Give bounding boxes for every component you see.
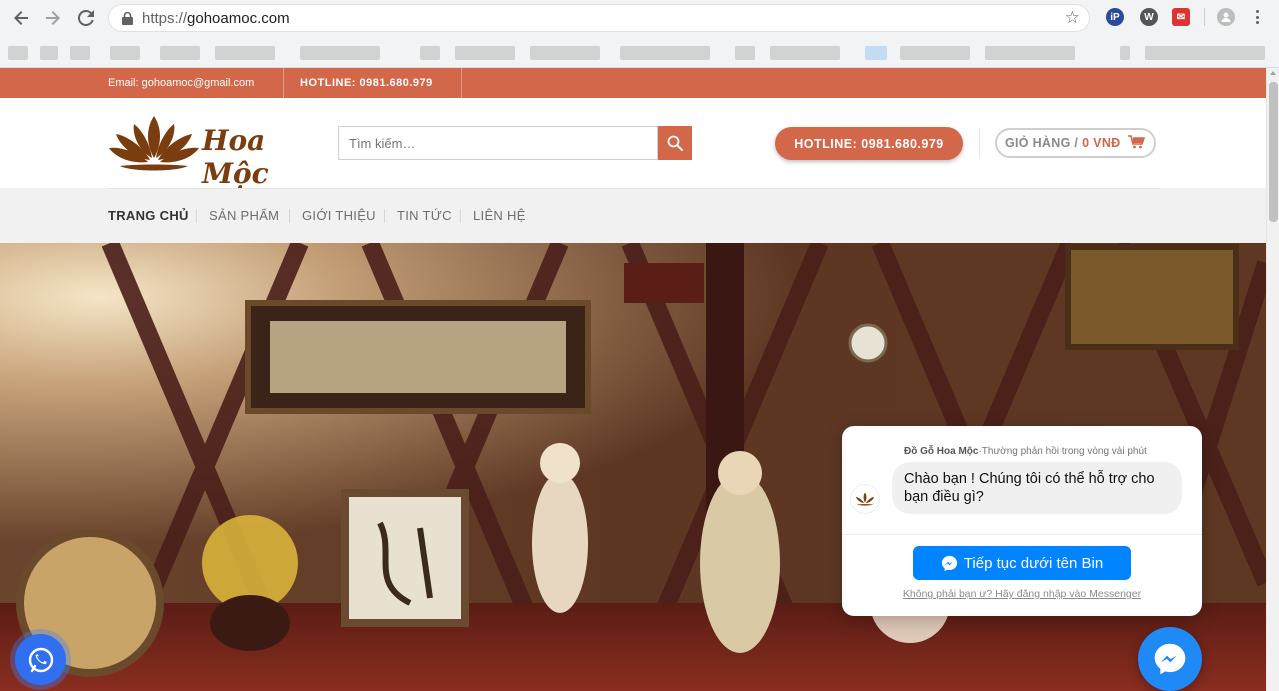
- hotline-button[interactable]: HOTLINE: 0981.680.979: [775, 127, 963, 160]
- page-scrollbar[interactable]: [1266, 68, 1279, 691]
- topbar-divider: [283, 68, 284, 98]
- scroll-up-arrow-icon[interactable]: [1270, 71, 1276, 75]
- logo-text: Hoa Mộc: [202, 124, 269, 190]
- topbar-divider: [461, 68, 462, 98]
- nav-item-about[interactable]: GIỚI THIỆU: [302, 208, 376, 223]
- continue-as-button[interactable]: Tiếp tục dưới tên Bin: [913, 546, 1131, 580]
- chat-greeting-bubble: Chào bạn ! Chúng tôi có thể hỗ trợ cho b…: [892, 462, 1182, 514]
- nav-divider: [384, 209, 385, 223]
- cart-amount: 0 VNĐ: [1082, 136, 1121, 150]
- nav-item-contact[interactable]: LIÊN HỆ: [473, 208, 526, 223]
- nav-divider: [196, 209, 197, 223]
- bookmarks-bar-blurred: [0, 36, 1279, 68]
- cart-button[interactable]: GIỎ HÀNG / 0 VNĐ: [995, 128, 1156, 158]
- url-text: https://gohoamoc.com: [142, 9, 290, 27]
- chat-avatar: [850, 484, 880, 514]
- back-icon[interactable]: [8, 5, 34, 31]
- toolbar-divider: [1204, 8, 1205, 26]
- search-button[interactable]: [658, 126, 692, 160]
- phone-call-button[interactable]: [15, 634, 66, 685]
- search-input[interactable]: [339, 127, 657, 159]
- forward-icon[interactable]: [40, 5, 66, 31]
- messenger-icon: [1154, 643, 1186, 675]
- messenger-login-link[interactable]: Không phải bạn ư? Hãy đăng nhập vào Mess…: [842, 588, 1202, 600]
- contact-email[interactable]: Email: gohoamoc@gmail.com: [108, 77, 254, 89]
- star-icon[interactable]: ☆: [1065, 8, 1080, 28]
- messenger-chat-button[interactable]: [1138, 627, 1202, 691]
- cart-label: GIỎ HÀNG /: [1005, 136, 1079, 150]
- main-nav: TRANG CHỦ SẢN PHẨM GIỚI THIỆU TIN TỨC LI…: [0, 188, 1266, 243]
- address-bar[interactable]: https://gohoamoc.com ☆: [108, 4, 1090, 32]
- nav-item-news[interactable]: TIN TỨC: [397, 208, 452, 223]
- chat-page-name: Đồ Gỗ Hoa Mộc: [904, 446, 979, 457]
- extension-flag-icon[interactable]: ✉: [1172, 8, 1190, 26]
- topbar-hotline[interactable]: HOTLINE: 0981.680.979: [300, 77, 433, 89]
- header-divider: [979, 128, 980, 158]
- top-bar: Email: gohoamoc@gmail.com HOTLINE: 0981.…: [0, 68, 1266, 98]
- phone-chat-icon: [28, 647, 53, 672]
- chat-response-time: ·Thường phản hồi trong vòng vài phút: [978, 446, 1147, 457]
- messenger-chat-popup: Đồ Gỗ Hoa Mộc·Thường phản hồi trong vòng…: [842, 426, 1202, 616]
- menu-icon[interactable]: [1252, 8, 1262, 26]
- cart-icon: [1128, 134, 1146, 152]
- scroll-thumb[interactable]: [1269, 82, 1278, 222]
- reload-icon[interactable]: [73, 5, 99, 31]
- browser-chrome: https://gohoamoc.com ☆ iP W ✉: [0, 0, 1279, 68]
- chat-header: Đồ Gỗ Hoa Mộc·Thường phản hồi trong vòng…: [904, 446, 1147, 457]
- nav-top-border: [108, 188, 1158, 189]
- extension-ip-icon[interactable]: iP: [1106, 8, 1124, 26]
- nav-item-products[interactable]: SẢN PHẨM: [209, 208, 279, 223]
- chat-divider: [842, 534, 1202, 535]
- search-icon: [667, 135, 683, 151]
- nav-item-home[interactable]: TRANG CHỦ: [108, 208, 189, 223]
- lotus-avatar-icon: [855, 492, 875, 506]
- nav-divider: [289, 209, 290, 223]
- nav-divider: [460, 209, 461, 223]
- continue-as-label: Tiếp tục dưới tên Bin: [963, 554, 1104, 572]
- profile-icon[interactable]: [1217, 8, 1235, 26]
- site-logo[interactable]: Hoa Mộc: [108, 114, 313, 190]
- search-box: [338, 126, 658, 160]
- wordpress-icon[interactable]: W: [1140, 8, 1158, 26]
- site-header: Hoa Mộc HOTLINE: 0981.680.979 GIỎ HÀNG /…: [0, 98, 1266, 190]
- lotus-logo-icon: [109, 116, 199, 171]
- messenger-icon: [941, 555, 958, 572]
- lock-icon: [120, 11, 134, 25]
